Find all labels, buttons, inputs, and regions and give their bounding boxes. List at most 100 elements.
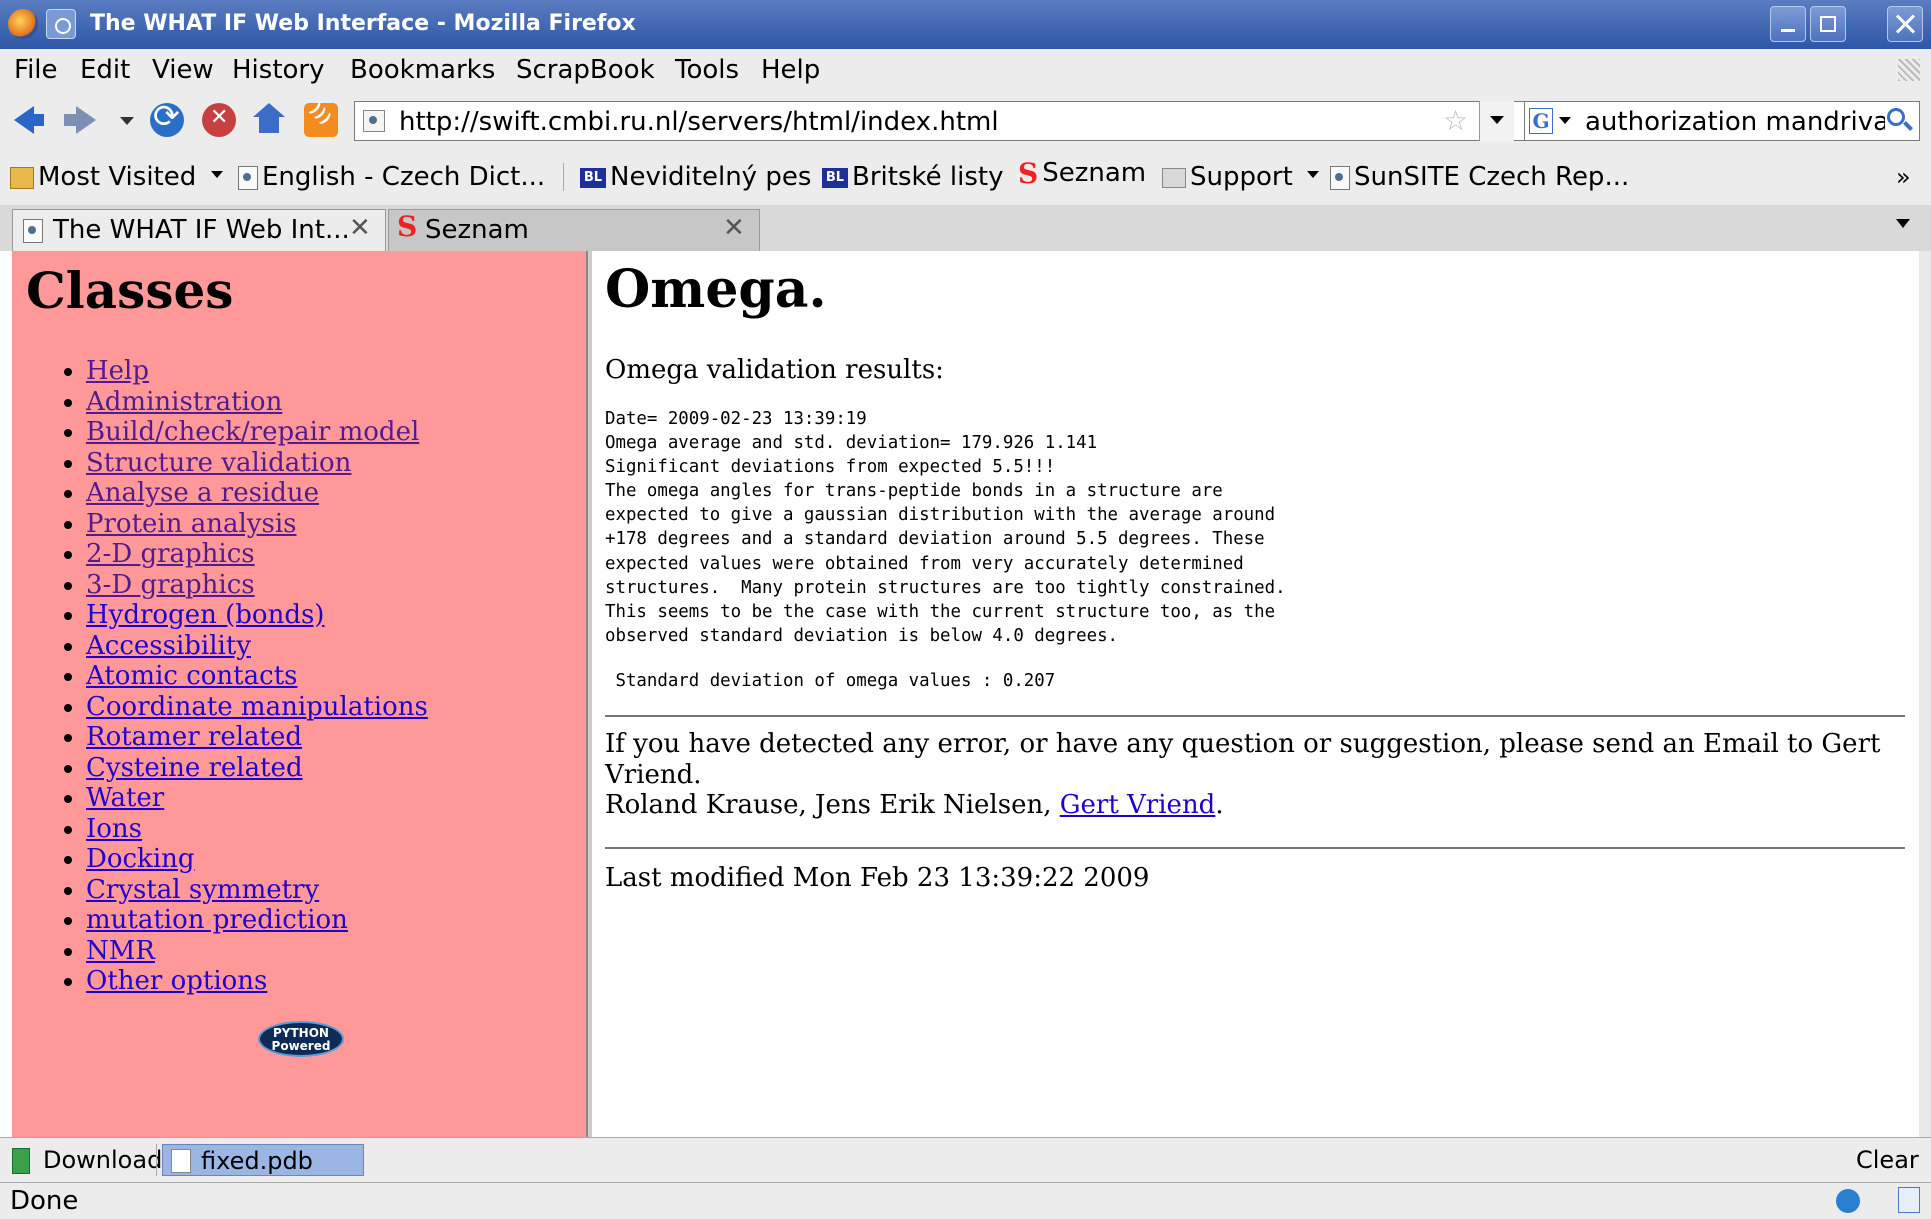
back-arrow-icon[interactable] [12, 103, 46, 137]
python-powered-badge[interactable]: PYTHON Powered [258, 1021, 344, 1057]
url-history-dropdown[interactable] [1479, 101, 1514, 141]
tab-seznam[interactable]: S Seznam ✕ [388, 209, 760, 251]
url-input[interactable]: http://swift.cmbi.ru.nl/servers/html/ind… [399, 107, 999, 137]
bookmark-britske-listy[interactable]: BL Britské listy [822, 162, 1003, 192]
class-link-help[interactable]: Help [86, 356, 149, 386]
class-link-nmr[interactable]: NMR [86, 936, 155, 966]
list-item: Cysteine related [86, 753, 428, 784]
class-link-3d-graphics[interactable]: 3-D graphics [86, 570, 255, 600]
bookmark-neviditelny-pes[interactable]: BL Neviditelný pes [580, 162, 811, 192]
reload-icon[interactable] [150, 97, 184, 137]
badge-line: Powered [271, 1039, 331, 1053]
bookmark-sunsite[interactable]: SunSITE Czech Rep... [1330, 162, 1629, 192]
gert-vriend-link[interactable]: Gert Vriend [1060, 790, 1216, 820]
class-link-2d-graphics[interactable]: 2-D graphics [86, 539, 255, 569]
last-modified-text: Last modified Mon Feb 23 13:39:22 2009 [605, 863, 1150, 893]
bookmarks-toolbar: Most Visited English - Czech Dict... BL N… [0, 149, 1931, 205]
class-link-cysteine-related[interactable]: Cysteine related [86, 753, 303, 783]
class-link-water[interactable]: Water [86, 783, 164, 813]
search-icon[interactable] [1887, 108, 1905, 126]
menu-file[interactable]: File [14, 55, 58, 85]
list-item: Hydrogen (bonds) [86, 600, 428, 631]
list-item: Administration [86, 387, 428, 418]
search-input[interactable]: authorization mandriva [1585, 107, 1885, 137]
class-link-mutation-prediction[interactable]: mutation prediction [86, 905, 348, 935]
menu-history[interactable]: History [232, 55, 325, 85]
contact-text: If you have detected any error, or have … [605, 729, 1881, 790]
results-frame: Omega. Omega validation results: Date= 2… [592, 251, 1919, 1137]
status-globe-icon[interactable] [1836, 1189, 1860, 1213]
bookmark-label: English - Czech Dict... [262, 162, 546, 192]
menu-help[interactable]: Help [761, 55, 820, 85]
classes-list: Help Administration Build/check/repair m… [54, 356, 428, 997]
page-icon [238, 165, 258, 190]
sidebar-toggle-icon[interactable] [1898, 1187, 1920, 1213]
menu-view[interactable]: View [152, 55, 214, 85]
list-item: Build/check/repair model [86, 417, 428, 448]
title-bar: The WHAT IF Web Interface - Mozilla Fire… [0, 0, 1931, 49]
menu-scrapbook[interactable]: ScrapBook [516, 55, 655, 85]
class-link-ions[interactable]: Ions [86, 814, 142, 844]
authors-line: Roland Krause, Jens Erik Nielsen, Gert V… [605, 790, 1905, 821]
tab-list-dropdown-icon[interactable] [1896, 219, 1910, 235]
address-bar[interactable]: http://swift.cmbi.ru.nl/servers/html/ind… [354, 101, 1544, 141]
class-link-accessibility[interactable]: Accessibility [86, 631, 251, 661]
list-item: Protein analysis [86, 509, 428, 540]
search-engine-selector[interactable]: G [1529, 108, 1573, 134]
bookmark-seznam[interactable]: S Seznam [1018, 157, 1146, 190]
list-item: Rotamer related [86, 722, 428, 753]
frame-border [1919, 251, 1931, 1137]
class-link-docking[interactable]: Docking [86, 844, 195, 874]
download-file-name: fixed.pdb [201, 1147, 313, 1175]
class-link-protein-analysis[interactable]: Protein analysis [86, 509, 297, 539]
class-link-analyse-residue[interactable]: Analyse a residue [86, 478, 319, 508]
bookmark-most-visited[interactable]: Most Visited [10, 162, 223, 192]
home-icon[interactable] [252, 103, 286, 137]
bookmark-separator [563, 163, 564, 191]
search-bar[interactable]: G authorization mandriva [1524, 101, 1920, 141]
maximize-button[interactable] [1810, 6, 1846, 42]
close-window-button[interactable] [1887, 6, 1923, 42]
downloads-bar: Downloads fixed.pdb Clear [0, 1137, 1931, 1183]
results-subheading: Omega validation results: [605, 355, 944, 385]
class-link-crystal-symmetry[interactable]: Crystal symmetry [86, 875, 319, 905]
class-link-coordinate-manipulations[interactable]: Coordinate manipulations [86, 692, 428, 722]
menu-bookmarks[interactable]: Bookmarks [350, 55, 495, 85]
window-menu-button[interactable] [46, 9, 76, 39]
bl-icon: BL [580, 167, 606, 188]
class-link-rotamer-related[interactable]: Rotamer related [86, 722, 302, 752]
bookmark-support[interactable]: Support [1162, 162, 1319, 192]
minimize-button[interactable] [1770, 6, 1806, 42]
clear-downloads-button[interactable]: Clear [1856, 1146, 1919, 1174]
bookmark-star-icon[interactable]: ☆ [1443, 104, 1468, 137]
history-dropdown-icon[interactable] [114, 103, 148, 137]
contact-block: If you have detected any error, or have … [605, 729, 1905, 821]
tab-close-icon[interactable]: ✕ [723, 213, 745, 243]
rss-feed-icon[interactable] [304, 103, 338, 137]
menu-tools[interactable]: Tools [675, 55, 739, 85]
stop-icon[interactable] [202, 103, 236, 137]
forward-arrow-icon[interactable] [62, 103, 96, 137]
class-link-structure-validation[interactable]: Structure validation [86, 448, 351, 478]
bookmark-english-czech[interactable]: English - Czech Dict... [238, 162, 545, 192]
list-item: Analyse a residue [86, 478, 428, 509]
folder-icon [1162, 167, 1186, 188]
bookmark-label: Neviditelný pes [610, 162, 812, 192]
class-link-administration[interactable]: Administration [86, 387, 282, 417]
class-link-build-check-repair[interactable]: Build/check/repair model [86, 417, 419, 447]
seznam-icon: S [397, 210, 418, 243]
bl-icon: BL [822, 167, 848, 188]
seznam-icon: S [1018, 157, 1039, 190]
download-item[interactable]: fixed.pdb [162, 1144, 364, 1176]
list-item: Ions [86, 814, 428, 845]
tab-close-icon[interactable]: ✕ [349, 213, 371, 243]
bookmark-label: Seznam [1042, 158, 1147, 188]
tab-whatif[interactable]: The WHAT IF Web Int... ✕ [12, 209, 386, 251]
list-item: Accessibility [86, 631, 428, 662]
more-bookmarks-chevron-icon[interactable]: » [1896, 163, 1911, 191]
class-link-hydrogen-bonds[interactable]: Hydrogen (bonds) [86, 600, 324, 630]
class-link-atomic-contacts[interactable]: Atomic contacts [86, 661, 297, 691]
list-item: 3-D graphics [86, 570, 428, 601]
class-link-other-options[interactable]: Other options [86, 966, 267, 996]
menu-edit[interactable]: Edit [80, 55, 130, 85]
